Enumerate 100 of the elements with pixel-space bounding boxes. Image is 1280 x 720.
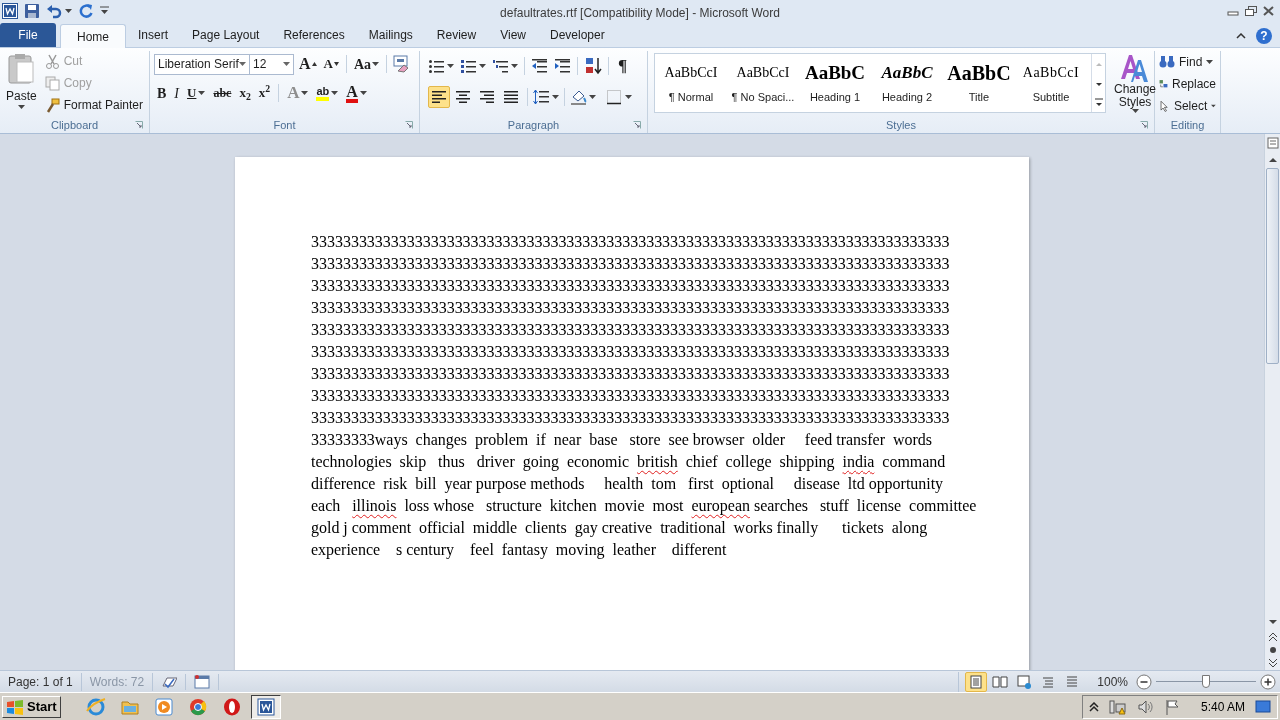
select-button[interactable]: Select — [1159, 96, 1216, 116]
caret-icon[interactable] — [1131, 109, 1139, 113]
borders-button[interactable] — [606, 88, 632, 105]
font-size-field[interactable]: 12 — [250, 53, 294, 75]
show-desktop-icon[interactable] — [1255, 699, 1271, 714]
collapse-ribbon-icon[interactable] — [1236, 33, 1246, 39]
caret-icon[interactable] — [372, 62, 380, 66]
styles-gallery[interactable]: AaBbCcI ¶ Normal AaBbCcI ¶ No Spaci... AaBbC Heading 1 AaBbC Heading 2 AaBbC Title AaBbCcI Subtitle — [654, 53, 1106, 113]
macro-icon[interactable] — [194, 673, 211, 690]
network-warning-icon[interactable] — [1108, 698, 1127, 715]
print-view-button[interactable] — [965, 671, 988, 692]
redo-icon[interactable] — [78, 3, 94, 19]
font-color-button[interactable]: A — [343, 82, 370, 104]
numbering-button[interactable] — [460, 57, 486, 74]
ribbon-tab[interactable]: Insert — [126, 23, 181, 47]
show-formatting-button[interactable]: ¶ — [615, 53, 631, 79]
font-name-field[interactable]: Liberation Serif — [154, 53, 250, 75]
app-icon[interactable] — [2, 3, 18, 19]
caret-icon[interactable] — [625, 94, 632, 99]
zoom-out-icon[interactable] — [1136, 673, 1152, 690]
highlight-button[interactable]: ab — [313, 82, 342, 104]
flag-icon[interactable] — [1164, 698, 1181, 715]
zoom-in-icon[interactable] — [1260, 673, 1276, 690]
zoom-slider[interactable] — [1156, 673, 1256, 690]
style-item[interactable]: AaBbCcI ¶ Normal — [655, 54, 727, 112]
slider-thumb[interactable] — [1202, 674, 1210, 688]
caret-icon[interactable] — [301, 91, 309, 95]
expand-tray-icon[interactable] — [1088, 701, 1099, 712]
align-left-button[interactable] — [428, 85, 450, 108]
ribbon-tab[interactable]: Page Layout — [180, 23, 272, 47]
caret-icon[interactable] — [198, 91, 206, 95]
style-item[interactable]: AaBbC Title — [943, 54, 1015, 112]
underline-button[interactable]: U — [184, 82, 209, 104]
file-tab[interactable]: File — [0, 23, 56, 47]
style-item[interactable]: AaBbCcI Subtitle — [1015, 54, 1087, 112]
multilevel-list-icon — [492, 57, 509, 74]
caret-icon[interactable] — [1206, 60, 1214, 64]
dialog-launcher-icon[interactable] — [1140, 121, 1148, 129]
ribbon-tab[interactable]: Home — [60, 24, 126, 48]
find-button[interactable]: Find — [1159, 52, 1216, 72]
style-item[interactable]: AaBbC Heading 1 — [799, 54, 871, 112]
strikethrough-button[interactable]: abc — [210, 82, 235, 104]
painter-button[interactable]: Format Painter — [42, 95, 145, 115]
decrease-indent-icon[interactable] — [531, 57, 548, 74]
caret-icon[interactable] — [283, 62, 290, 66]
caret-icon[interactable] — [65, 9, 72, 13]
shading-button[interactable] — [570, 88, 596, 105]
caret-icon[interactable] — [511, 63, 518, 68]
caret-icon[interactable] — [447, 63, 454, 68]
increase-indent-icon[interactable] — [554, 57, 571, 74]
ribbon-tab[interactable]: Mailings — [356, 23, 425, 47]
clock[interactable]: 5:40 AM — [1200, 697, 1245, 716]
caret-icon[interactable] — [331, 91, 339, 95]
change-styles-button[interactable]: Change Styles — [1110, 53, 1160, 113]
start-button[interactable]: Start — [2, 695, 61, 718]
help-button[interactable]: ? — [1256, 28, 1272, 44]
ruler-toggle-icon[interactable] — [1265, 134, 1280, 152]
restore-icon[interactable] — [1245, 6, 1257, 16]
caret-icon[interactable] — [552, 94, 559, 99]
line-spacing-icon — [533, 88, 550, 105]
ribbon-tab[interactable]: Review — [424, 23, 489, 47]
bullets-button[interactable] — [428, 57, 454, 74]
scrollbar-thumb[interactable] — [1266, 168, 1279, 364]
grow-font-button[interactable]: A — [297, 52, 319, 76]
caret-icon[interactable] — [1211, 104, 1216, 108]
script-button[interactable]: x$^{2}$ — [255, 82, 274, 104]
zoom-level[interactable]: 100% — [1097, 672, 1128, 691]
italic-button[interactable]: I — [171, 82, 182, 104]
replace-button[interactable]: Replace — [1159, 74, 1216, 94]
volume-icon[interactable] — [1136, 698, 1155, 715]
line-spacing-button[interactable] — [533, 88, 559, 105]
caret-icon[interactable] — [479, 63, 486, 68]
shrink-font-button[interactable]: A — [321, 54, 341, 74]
word-taskbar-button[interactable] — [250, 694, 281, 719]
ribbon-tab[interactable]: View — [488, 23, 538, 47]
bold-button[interactable]: B — [154, 82, 170, 104]
customize-toolbar-icon[interactable] — [100, 6, 109, 16]
save-icon[interactable] — [24, 3, 40, 19]
caret-icon[interactable] — [17, 105, 25, 109]
ribbon-tab[interactable]: References — [271, 23, 357, 47]
caret-icon[interactable] — [359, 91, 367, 95]
caret-icon[interactable] — [239, 62, 246, 66]
change-case-button[interactable]: Aa — [351, 53, 382, 75]
ie-icon — [85, 696, 106, 717]
dialog-launcher-icon[interactable] — [633, 121, 641, 129]
script-button[interactable]: x$_{2}$ — [236, 82, 254, 104]
clear-formatting-icon[interactable] — [392, 55, 411, 73]
paste-button[interactable]: Paste — [4, 51, 39, 117]
style-item[interactable]: AaBbCcI ¶ No Spaci... — [727, 54, 799, 112]
close-icon[interactable] — [1263, 6, 1274, 16]
undo-icon[interactable] — [46, 3, 62, 19]
ribbon-tab[interactable]: Developer — [537, 23, 617, 47]
multilevel-list-button[interactable] — [492, 57, 518, 74]
sort-icon[interactable] — [584, 56, 602, 75]
dialog-launcher-icon[interactable] — [405, 121, 413, 129]
styles-icon — [1119, 53, 1151, 83]
style-item[interactable]: AaBbC Heading 2 — [871, 54, 943, 112]
page-count[interactable]: Page: 1 of 1 — [0, 672, 82, 691]
caret-icon[interactable] — [589, 94, 596, 99]
dialog-launcher-icon[interactable] — [135, 121, 143, 129]
